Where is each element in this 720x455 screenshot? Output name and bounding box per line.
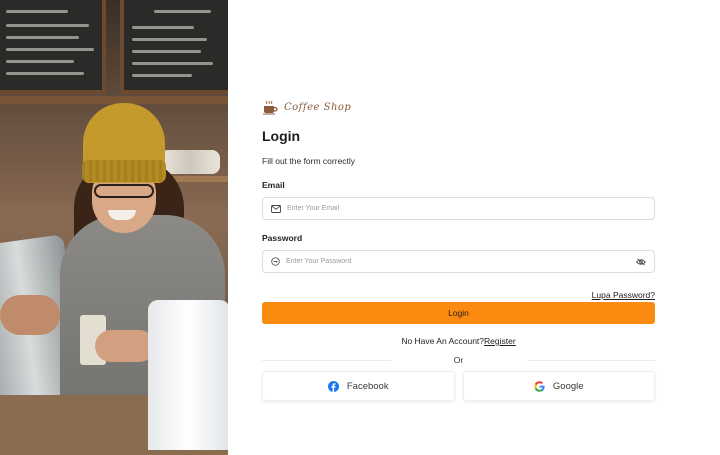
- or-divider: Or: [262, 355, 655, 365]
- form-subtitle: Fill out the form correctly: [262, 156, 356, 166]
- register-prompt: No Have An Account?Register: [262, 336, 655, 346]
- google-icon: [534, 380, 545, 392]
- no-account-text: No Have An Account?: [401, 336, 485, 346]
- login-button[interactable]: Login: [262, 302, 655, 324]
- email-input[interactable]: [287, 205, 646, 212]
- password-field[interactable]: [262, 250, 655, 273]
- google-label: Google: [552, 380, 584, 392]
- cup-foreground: [148, 300, 228, 450]
- email-field[interactable]: [262, 197, 655, 220]
- google-login-button[interactable]: Google: [462, 371, 655, 401]
- barista-arm: [0, 295, 60, 335]
- email-label: Email: [262, 180, 285, 190]
- hero-photo: [0, 0, 228, 455]
- cups: [160, 150, 220, 174]
- facebook-label: Facebook: [346, 380, 389, 392]
- menu-board-right: [120, 0, 228, 94]
- barista-beanie-rim: [82, 160, 166, 182]
- social-login: Facebook Google: [262, 371, 655, 401]
- divider-line: [526, 359, 655, 361]
- facebook-login-button[interactable]: Facebook: [262, 371, 455, 401]
- coffee-cup-icon: [262, 100, 278, 115]
- divider-line: [262, 359, 391, 361]
- page-title: Login: [262, 128, 301, 144]
- password-label: Password: [262, 233, 303, 243]
- login-form: Coffee Shop Login Fill out the form corr…: [262, 96, 655, 401]
- barista-glasses: [94, 184, 154, 198]
- forgot-password-link[interactable]: Lupa Password?: [592, 290, 655, 300]
- barista-hand: [95, 330, 155, 362]
- register-link[interactable]: Register: [484, 336, 516, 346]
- facebook-icon: [327, 380, 339, 392]
- or-text: Or: [453, 355, 464, 365]
- menu-board-left: [0, 0, 106, 94]
- shelf: [0, 96, 228, 104]
- key-icon: [271, 257, 280, 266]
- eye-off-icon[interactable]: [636, 257, 646, 266]
- brand-logo: Coffee Shop: [262, 96, 655, 118]
- password-input[interactable]: [286, 258, 630, 265]
- brand-name: Coffee Shop: [284, 101, 352, 113]
- envelope-icon: [271, 204, 281, 213]
